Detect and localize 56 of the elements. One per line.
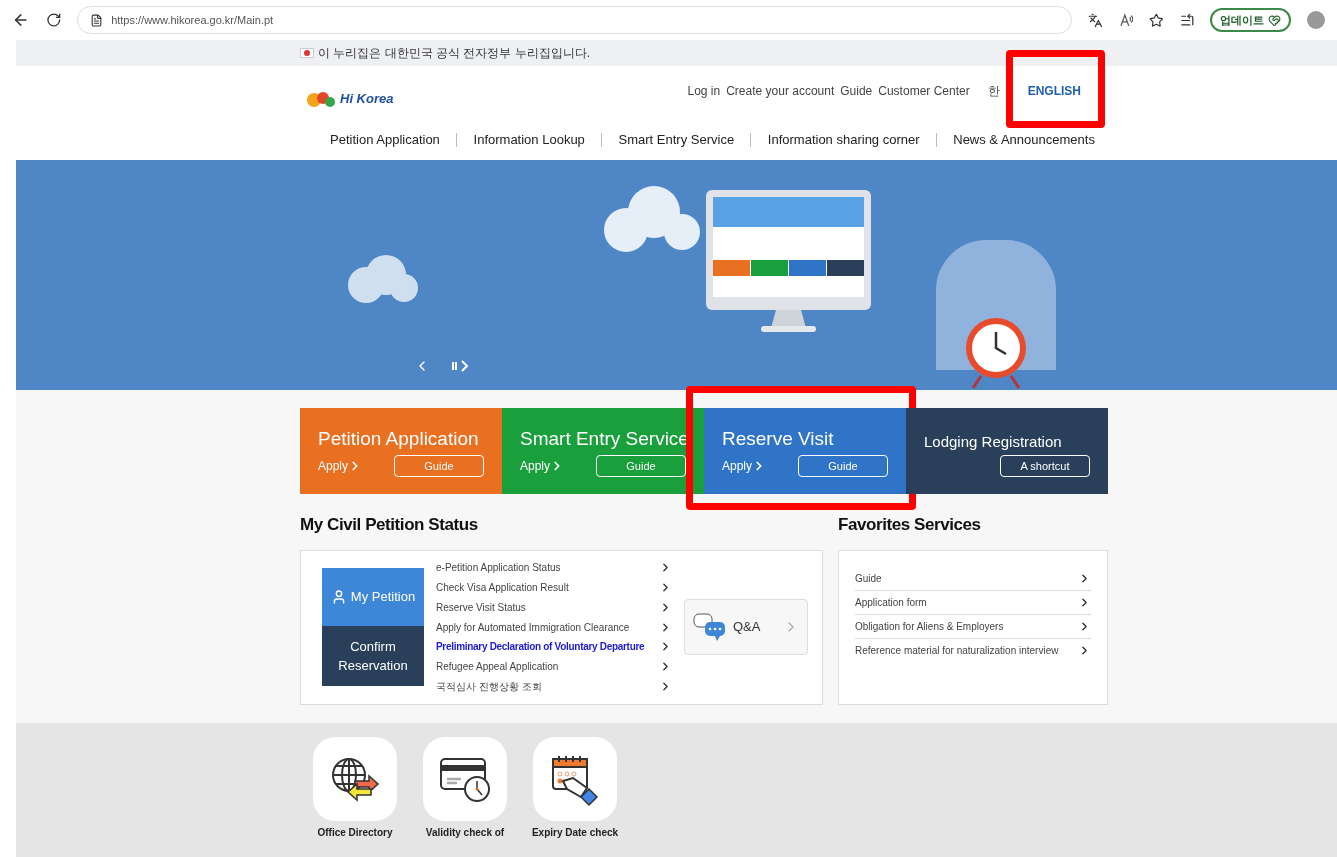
quick-service-label: Office Directory [317, 825, 393, 840]
flag-icon [300, 48, 314, 58]
service-tile[interactable]: Lodging Registration A shortcut [906, 408, 1108, 494]
status-link[interactable]: 국적심사 진행상황 조회 [436, 676, 672, 696]
section-title: My Civil Petition Status [300, 514, 479, 536]
nav-item[interactable]: Information Lookup [473, 130, 585, 150]
favorite-link[interactable]: Obligation for Aliens & Employers [855, 614, 1091, 639]
logo-text: Hi Korea [340, 90, 394, 109]
status-link[interactable]: Refugee Appeal Application [436, 656, 672, 677]
service-tile[interactable]: Reserve Visit Apply Guide [704, 408, 906, 494]
language-link[interactable]: ENGLISH [1027, 84, 1081, 98]
top-link[interactable]: Customer Center [878, 82, 970, 100]
url-text: https://www.hikorea.go.kr/Main.pt [111, 12, 274, 28]
top-link[interactable]: Guide [840, 82, 873, 100]
nav-item[interactable]: Smart Entry Service [618, 130, 735, 150]
quick-service-link[interactable]: Office Directory [311, 736, 399, 857]
nav-item[interactable]: Information sharing corner [767, 130, 920, 150]
status-link[interactable]: Apply for Automated Immigration Clearance [436, 617, 672, 637]
star-icon[interactable] [1149, 12, 1164, 28]
page-icon [90, 13, 104, 27]
my-petition-button[interactable]: My Petition [322, 568, 424, 626]
profile-avatar[interactable] [1307, 11, 1325, 29]
tile-button[interactable]: Guide [798, 455, 888, 478]
favorite-link[interactable]: Guide [855, 566, 1091, 591]
reload-icon[interactable] [45, 12, 62, 28]
quick-service-link[interactable]: Validity check of [421, 736, 509, 857]
tile-button[interactable]: A shortcut [1000, 455, 1090, 478]
favorite-link[interactable]: Reference material for naturalization interview [855, 638, 1091, 663]
quick-service-label: Validity check of [425, 825, 505, 840]
language-link[interactable]: 한 [987, 84, 1000, 98]
tile-title: Reserve Visit [722, 426, 835, 451]
quick-service-link[interactable]: Expiry Date check [531, 736, 619, 857]
site-logo[interactable]: Hi Korea [306, 86, 394, 112]
status-link[interactable]: Reserve Visit Status [436, 597, 672, 618]
translate-icon[interactable] [1087, 12, 1103, 28]
tile-title: Smart Entry Service [520, 426, 686, 451]
status-link[interactable]: Check Visa Application Result [436, 577, 672, 598]
top-link[interactable]: Create your account [726, 82, 835, 100]
section-title: Favorites Services [838, 514, 982, 536]
tile-title: Petition Application [318, 426, 480, 451]
address-bar[interactable]: https://www.hikorea.go.kr/Main.pt [77, 6, 1072, 34]
update-button[interactable]: 업데이트 [1210, 8, 1292, 32]
favorite-link[interactable]: Application form [855, 590, 1091, 615]
confirm-reservation-button[interactable]: Confirm Reservation [322, 626, 424, 686]
tile-title: Lodging Registration [924, 431, 1063, 452]
gov-banner-text: 이 누리집은 대한민국 공식 전자정부 누리집입니다. [318, 45, 590, 62]
nav-item[interactable]: News & Announcements [953, 130, 1095, 150]
quick-service-label: Expiry Date check [531, 825, 619, 840]
nav-item[interactable]: Petition Application [330, 130, 440, 150]
status-link[interactable]: e-Petition Application Status [436, 558, 672, 578]
apply-link[interactable]: Apply [722, 457, 767, 476]
status-link[interactable]: Preliminary Declaration of Voluntary Departure [436, 636, 672, 657]
qna-button[interactable]: Q&A [684, 599, 808, 655]
top-link[interactable]: Log in [687, 82, 721, 100]
read-aloud-icon[interactable] [1118, 12, 1134, 28]
favorites-icon[interactable] [1179, 12, 1195, 28]
